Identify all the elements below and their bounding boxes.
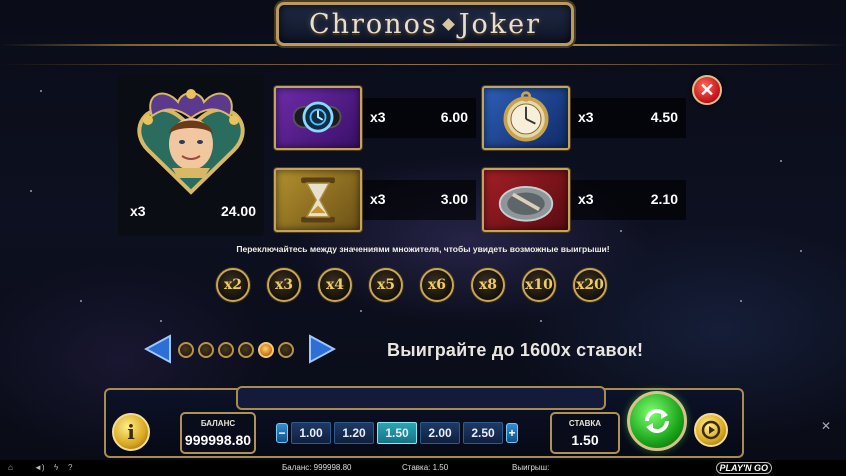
logo-rail-lower — [0, 64, 846, 65]
stake-label: СТАВКА — [568, 419, 602, 428]
decrease-bet-button[interactable]: − — [276, 423, 288, 443]
pocket-watch-icon — [482, 86, 570, 150]
pay-row-value: 2.10 — [650, 191, 678, 207]
jester-value: 24.00 — [220, 203, 256, 219]
bet-option[interactable]: 2.50 — [463, 422, 503, 444]
multiplier-x5-button[interactable]: x5 — [369, 268, 403, 302]
balance-value: 999998.80 — [184, 432, 252, 448]
pay-row-multiplier: x3 — [370, 191, 386, 207]
bet-selector: − 1.00 1.20 1.50 2.00 2.50 + — [276, 418, 518, 448]
page-dot[interactable] — [238, 342, 254, 358]
star — [40, 90, 42, 92]
multiplier-x2-button[interactable]: x2 — [216, 268, 250, 302]
page-indicator — [178, 342, 294, 358]
multiplier-x8-button[interactable]: x8 — [471, 268, 505, 302]
close-button[interactable]: ✕ — [692, 75, 722, 105]
page-dot[interactable] — [178, 342, 194, 358]
corner-close-icon[interactable]: ✕ — [821, 419, 831, 433]
status-stake: Ставка: 1.50 — [402, 463, 449, 472]
home-icon[interactable]: ⌂ — [8, 463, 13, 472]
multiplier-x3-button[interactable]: x3 — [267, 268, 301, 302]
page-dot[interactable] — [198, 342, 214, 358]
bet-option[interactable]: 2.00 — [420, 422, 460, 444]
star — [780, 160, 782, 162]
bet-option-selected[interactable]: 1.50 — [377, 422, 417, 444]
help-icon[interactable]: ? — [68, 463, 72, 472]
status-win: Выигрыш: — [512, 463, 550, 472]
status-balance: Баланс: 999998.80 — [282, 463, 352, 472]
multiplier-hint: Переключайтесь между значениями множител… — [236, 244, 610, 254]
next-page-arrow-icon[interactable] — [308, 334, 336, 364]
multiplier-x10-button[interactable]: x10 — [522, 268, 556, 302]
bet-option[interactable]: 1.20 — [334, 422, 374, 444]
jester-paytable-panel: x3 24.00 — [118, 74, 264, 236]
status-bar: ⌂ ◄) ϟ ? Баланс: 999998.80 Ставка: 1.50 … — [0, 460, 846, 476]
page-dot[interactable] — [218, 342, 234, 358]
jester-multiplier: x3 — [130, 203, 146, 219]
logo-diamond-icon — [441, 17, 455, 31]
spin-button[interactable] — [627, 391, 687, 451]
star — [160, 320, 162, 322]
sundial-icon — [482, 168, 570, 232]
pay-row-multiplier: x3 — [578, 109, 594, 125]
increase-bet-button[interactable]: + — [506, 423, 518, 443]
multiplier-x6-button[interactable]: x6 — [420, 268, 454, 302]
pay-row-value: 3.00 — [440, 191, 468, 207]
pay-row-value: 6.00 — [440, 109, 468, 125]
bet-option[interactable]: 1.00 — [291, 422, 331, 444]
pay-row-sundial: x3 2.10 — [482, 168, 686, 232]
balance-box: БАЛАНС 999998.80 — [180, 412, 256, 454]
spin-arrows-icon — [645, 409, 669, 433]
game-screen: Chronos Joker x3 24.00 x3 6.00 x3 4.50 x… — [0, 0, 846, 476]
star — [540, 320, 542, 322]
stake-box: СТАВКА 1.50 — [550, 412, 620, 454]
game-logo: Chronos Joker — [276, 2, 574, 46]
info-button[interactable]: i — [112, 413, 150, 451]
balance-label: БАЛАНС — [200, 419, 236, 428]
provider-logo: PLAY'N GO — [715, 462, 772, 474]
multiplier-selector: x2 x3 x4 x5 x6 x8 x10 x20 — [216, 268, 607, 302]
autoplay-icon — [701, 420, 721, 440]
star — [360, 310, 362, 312]
page-dot[interactable] — [278, 342, 294, 358]
logo-word-chronos: Chronos — [308, 8, 438, 40]
pay-row-value: 4.50 — [650, 109, 678, 125]
turbo-icon[interactable]: ϟ — [54, 463, 58, 472]
star — [30, 190, 32, 192]
multiplier-x4-button[interactable]: x4 — [318, 268, 352, 302]
pay-row-multiplier: x3 — [370, 109, 386, 125]
jester-icon — [137, 89, 245, 195]
autoplay-button[interactable] — [694, 413, 728, 447]
pay-row-wrist-device: x3 6.00 — [274, 86, 476, 150]
pay-row-hourglass: x3 3.00 — [274, 168, 476, 232]
star — [80, 300, 82, 302]
max-win-text: Выиграйте до 1600х ставок! — [387, 340, 644, 360]
multiplier-x20-button[interactable]: x20 — [573, 268, 607, 302]
logo-text: Chronos Joker — [309, 9, 541, 40]
console-message-strip — [236, 386, 606, 410]
pay-row-pocket-watch: x3 4.50 — [482, 86, 686, 150]
prev-page-arrow-icon[interactable] — [144, 334, 172, 364]
stake-value: 1.50 — [571, 432, 599, 448]
wrist-device-icon — [274, 86, 362, 150]
page-dot-active[interactable] — [258, 342, 274, 358]
star — [620, 230, 622, 232]
pay-row-multiplier: x3 — [578, 191, 594, 207]
star — [740, 300, 742, 302]
logo-word-joker: Joker — [458, 8, 542, 40]
sound-icon[interactable]: ◄) — [34, 463, 45, 472]
hourglass-icon — [274, 168, 362, 232]
